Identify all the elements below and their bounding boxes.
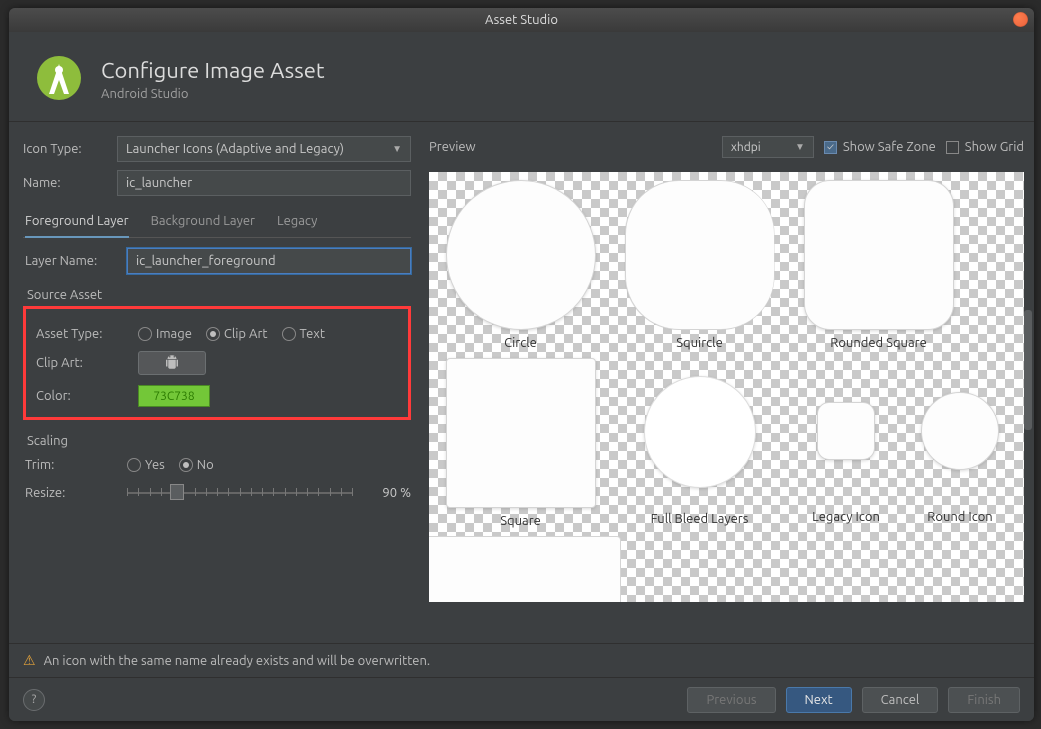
preview-shape-rounded-square <box>804 180 954 330</box>
icon-type-label: Icon Type: <box>23 142 117 156</box>
resize-value: 90 % <box>365 486 411 500</box>
trim-label: Trim: <box>25 458 127 472</box>
radio-clip-art[interactable] <box>206 327 220 341</box>
preview-shape-squircle <box>625 180 775 330</box>
tab-legacy[interactable]: Legacy <box>277 206 317 237</box>
preview-label: Preview <box>429 140 712 154</box>
clip-art-button[interactable] <box>138 351 206 375</box>
android-studio-logo-icon <box>35 54 83 105</box>
preview-shape-square <box>446 358 596 508</box>
source-asset-label: Source Asset <box>27 288 411 302</box>
asset-type-radio-group: Image Clip Art Text <box>138 327 339 341</box>
scaling-label: Scaling <box>27 434 411 448</box>
layer-tabs: Foreground Layer Background Layer Legacy <box>23 206 411 238</box>
show-grid-checkbox[interactable]: Show Grid <box>946 140 1024 154</box>
radio-trim-no[interactable] <box>179 458 193 472</box>
warning-icon: ⚠ <box>23 652 36 669</box>
tab-foreground[interactable]: Foreground Layer <box>25 206 129 238</box>
highlighted-region: Asset Type: Image Clip Art Text Clip Art… <box>23 306 411 420</box>
name-input[interactable] <box>117 170 411 196</box>
chevron-down-icon: ▼ <box>392 143 402 155</box>
color-swatch[interactable]: 73C738 <box>138 385 210 407</box>
preview-shape-circle <box>446 180 596 330</box>
close-icon[interactable] <box>1013 12 1028 27</box>
finish-button[interactable]: Finish <box>948 687 1020 713</box>
radio-image[interactable] <box>138 327 152 341</box>
resize-slider[interactable] <box>127 482 353 504</box>
preview-canvas: Circle Squircle Rounded Square Square <box>429 172 1024 602</box>
icon-type-select[interactable]: Launcher Icons (Adaptive and Legacy) ▼ <box>117 136 411 162</box>
clip-art-label: Clip Art: <box>36 356 138 370</box>
previous-button[interactable]: Previous <box>687 687 775 713</box>
density-select[interactable]: xhdpi ▼ <box>722 136 814 158</box>
radio-text[interactable] <box>282 327 296 341</box>
tab-background[interactable]: Background Layer <box>151 206 255 237</box>
layer-name-input[interactable] <box>127 248 411 274</box>
color-label: Color: <box>36 389 138 403</box>
window-titlebar: Asset Studio <box>9 8 1034 32</box>
dialog-subtitle: Android Studio <box>101 87 325 101</box>
dialog-title: Configure Image Asset <box>101 58 325 83</box>
asset-studio-window: Asset Studio Configure Image Asset Andro… <box>9 8 1034 721</box>
help-button[interactable]: ? <box>23 689 45 711</box>
warning-text: An icon with the same name already exist… <box>44 654 431 668</box>
trim-radio-group: Yes No <box>127 458 228 472</box>
preview-shape-extra <box>429 536 621 602</box>
preview-shape-full-bleed <box>644 376 756 488</box>
config-panel: Icon Type: Launcher Icons (Adaptive and … <box>9 122 419 682</box>
layer-name-label: Layer Name: <box>25 254 127 268</box>
chevron-down-icon: ▼ <box>795 141 805 153</box>
preview-panel: Preview xhdpi ▼ ✓ Show Safe Zone Show Gr… <box>419 122 1034 682</box>
button-bar: ? Previous Next Cancel Finish <box>9 677 1034 721</box>
asset-type-label: Asset Type: <box>36 327 138 341</box>
name-label: Name: <box>23 176 117 190</box>
show-safe-zone-checkbox[interactable]: ✓ Show Safe Zone <box>824 140 936 154</box>
radio-trim-yes[interactable] <box>127 458 141 472</box>
cancel-button[interactable]: Cancel <box>862 687 939 713</box>
preview-shape-round <box>921 392 999 470</box>
window-title: Asset Studio <box>485 13 558 27</box>
warning-bar: ⚠ An icon with the same name already exi… <box>9 643 1034 677</box>
resize-label: Resize: <box>25 486 127 500</box>
preview-shape-legacy <box>817 402 875 460</box>
android-icon <box>163 353 181 374</box>
dialog-header: Configure Image Asset Android Studio <box>9 32 1034 122</box>
next-button[interactable]: Next <box>786 687 852 713</box>
